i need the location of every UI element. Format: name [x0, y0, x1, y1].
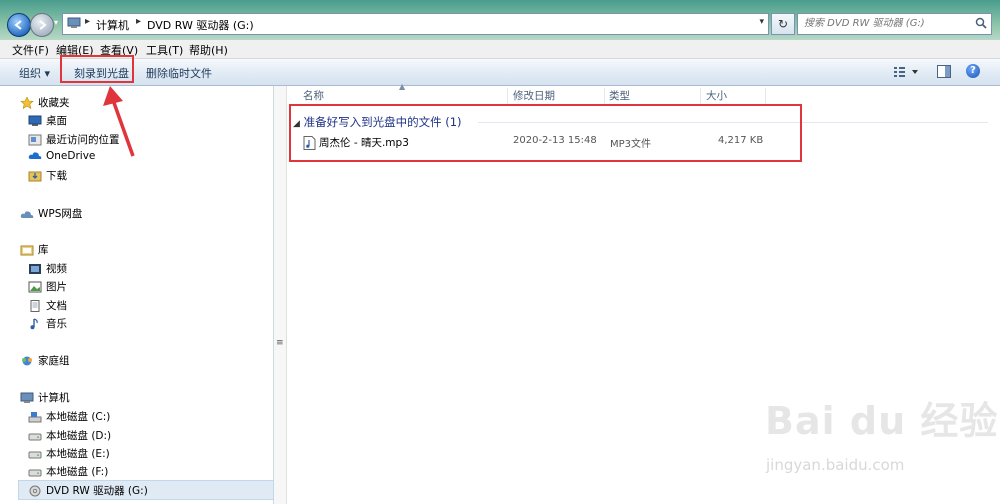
- view-options-icon[interactable]: [894, 65, 918, 79]
- downloads-folder-icon: [28, 171, 42, 181]
- files-highlight-box: [289, 104, 802, 162]
- refresh-button[interactable]: ↻: [771, 13, 795, 35]
- column-divider[interactable]: [604, 88, 605, 104]
- sidebar-item-desktop[interactable]: 桌面: [28, 113, 67, 128]
- column-divider[interactable]: [765, 88, 766, 104]
- sidebar-item-drive-c[interactable]: 本地磁盘 (C:): [28, 409, 110, 424]
- baidu-watermark-logo: Bai du 经验: [765, 399, 999, 443]
- address-bar[interactable]: ▸ 计算机 ▸ DVD RW 驱动器 (G:) ▾: [62, 13, 769, 35]
- breadcrumb-separator-icon: ▸: [85, 16, 91, 27]
- column-divider[interactable]: [507, 88, 508, 104]
- organize-button[interactable]: 组织 ▾: [19, 65, 50, 81]
- sidebar-item-videos[interactable]: 视频: [28, 261, 67, 276]
- annotation-arrow-icon: [103, 86, 135, 157]
- wps-cloud-icon: [20, 210, 34, 218]
- sidebar-item-drive-f[interactable]: 本地磁盘 (F:): [28, 464, 108, 479]
- sort-arrow-icon: ▲: [399, 82, 406, 91]
- delete-temp-files-button[interactable]: 删除临时文件: [146, 65, 212, 81]
- grip-icon: ≡: [276, 338, 284, 348]
- command-toolbar: 组织 ▾ 刻录到光盘 删除临时文件: [0, 59, 1000, 86]
- help-icon[interactable]: ?: [966, 64, 980, 78]
- menu-tools[interactable]: 工具(T): [146, 42, 183, 58]
- picture-icon: [28, 281, 42, 292]
- arrow-left-icon: [14, 20, 22, 30]
- menu-help[interactable]: 帮助(H): [189, 42, 228, 58]
- search-icon[interactable]: [975, 17, 987, 29]
- back-button[interactable]: [7, 13, 31, 37]
- sidebar-item-documents[interactable]: 文档: [28, 298, 67, 313]
- forward-button[interactable]: [30, 13, 54, 37]
- address-dropdown-icon[interactable]: ▾: [759, 17, 764, 27]
- menu-bar: 文件(F) 编辑(E) 查看(V) 工具(T) 帮助(H): [0, 40, 1000, 59]
- hard-drive-icon: [28, 469, 42, 476]
- sidebar-item-favorites[interactable]: 收藏夹: [20, 95, 70, 110]
- homegroup-icon: [22, 356, 32, 365]
- preview-pane-icon[interactable]: [937, 65, 951, 78]
- breadcrumb-dvd-drive[interactable]: DVD RW 驱动器 (G:): [147, 17, 254, 33]
- library-icon: [20, 245, 34, 255]
- sidebar-item-wps-cloud[interactable]: WPS网盘: [20, 206, 82, 221]
- computer-icon: [20, 392, 34, 403]
- column-header-size[interactable]: 大小: [706, 88, 727, 104]
- sidebar-item-drive-e[interactable]: 本地磁盘 (E:): [28, 446, 110, 461]
- menu-file[interactable]: 文件(F): [12, 42, 49, 58]
- sidebar-item-downloads[interactable]: 下载: [28, 168, 67, 183]
- star-icon: [20, 96, 34, 109]
- recent-pages-dropdown-icon[interactable]: ▾: [54, 18, 58, 27]
- system-drive-icon: [28, 411, 42, 422]
- column-divider[interactable]: [700, 88, 701, 104]
- search-input[interactable]: [798, 14, 964, 32]
- dvd-drive-icon: [29, 485, 41, 496]
- sidebar-item-computer[interactable]: 计算机: [20, 390, 70, 405]
- watermark-url: jingyan.baidu.com: [766, 456, 905, 474]
- sidebar-item-drive-d[interactable]: 本地磁盘 (D:): [28, 428, 111, 443]
- window-titlebar: ▾ ▸ 计算机 ▸ DVD RW 驱动器 (G:) ▾ ↻: [0, 0, 1000, 40]
- hard-drive-icon: [28, 451, 42, 458]
- column-header-name[interactable]: 名称: [303, 88, 324, 104]
- video-icon: [29, 263, 41, 274]
- column-header-type[interactable]: 类型: [609, 88, 630, 104]
- column-header-date[interactable]: 修改日期: [513, 88, 555, 104]
- sidebar-item-drive-g[interactable]: DVD RW 驱动器 (G:): [28, 483, 148, 498]
- sidebar-item-music[interactable]: 音乐: [28, 316, 67, 331]
- sidebar-item-pictures[interactable]: 图片: [28, 279, 67, 294]
- document-icon: [30, 299, 40, 312]
- breadcrumb-separator-icon: ▸: [136, 16, 142, 27]
- pane-splitter[interactable]: ≡: [274, 86, 287, 504]
- refresh-icon: ↻: [777, 17, 789, 31]
- music-note-icon: [30, 317, 38, 329]
- arrow-right-icon: [39, 20, 47, 30]
- desktop-icon: [28, 115, 42, 126]
- burn-highlight-box: [60, 55, 134, 83]
- cloud-icon: [28, 152, 42, 159]
- sidebar-item-homegroup[interactable]: 家庭组: [20, 353, 70, 368]
- sidebar-item-libraries[interactable]: 库: [20, 242, 49, 257]
- computer-icon: [67, 17, 81, 28]
- search-box[interactable]: [797, 13, 992, 35]
- hard-drive-icon: [28, 433, 42, 440]
- sidebar-item-onedrive[interactable]: OneDrive: [28, 150, 95, 162]
- breadcrumb-computer[interactable]: 计算机: [96, 17, 129, 33]
- recent-places-icon: [28, 134, 42, 145]
